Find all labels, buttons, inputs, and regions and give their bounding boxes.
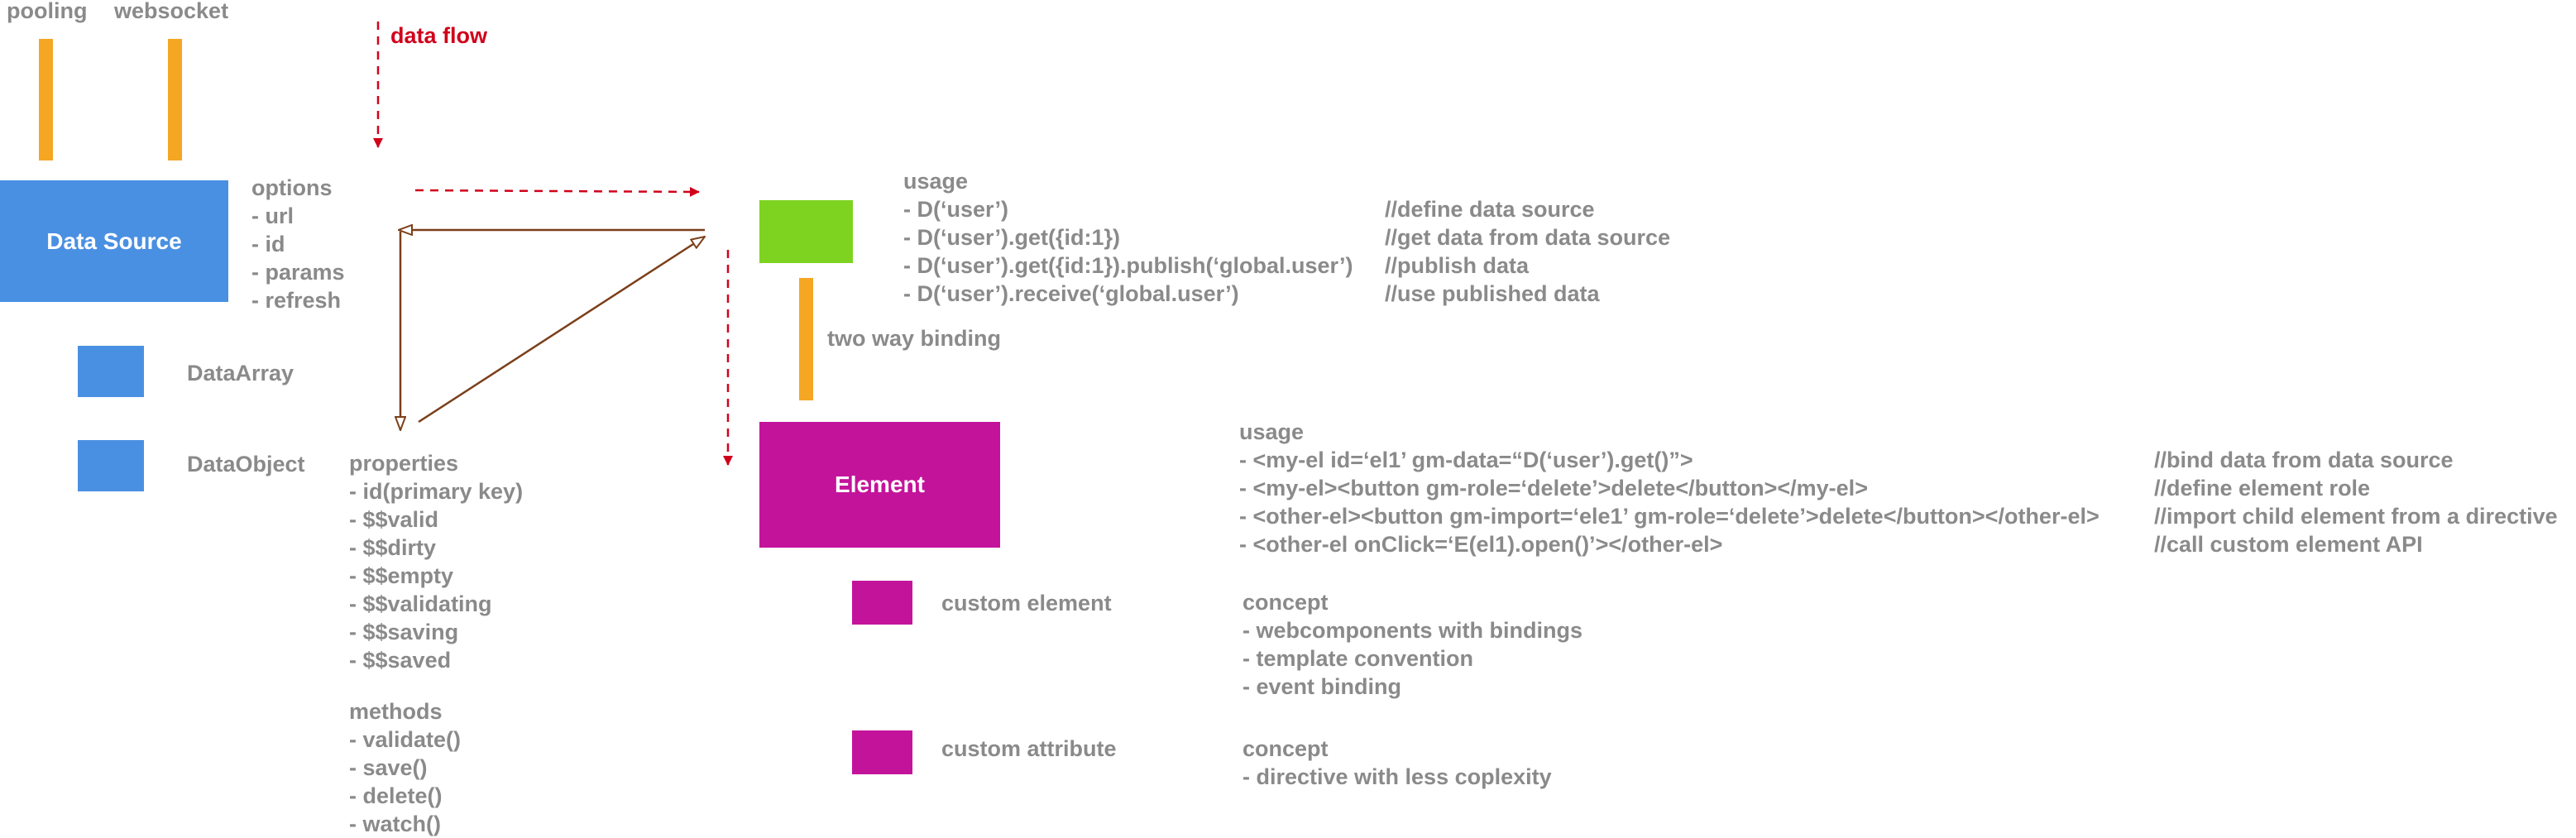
pooling-bar	[39, 39, 53, 160]
custom-element-concept-title: concept	[1243, 590, 1329, 615]
data-usage-code-line: - D(‘user’).receive(‘global.user’)	[903, 281, 1239, 306]
data-usage-comment: //publish data	[1385, 253, 1530, 278]
options-block: options - url - id - params - refresh	[251, 174, 345, 314]
property-item: - $$empty	[349, 563, 454, 588]
data-usage-code-line: - D(‘user’)	[903, 197, 1009, 222]
custom-attribute-concept-item: - directive with less coplexity	[1243, 764, 1552, 789]
data-flow-label: data flow	[390, 23, 488, 48]
element-usage-code-line: - <other-el onClick=‘E(el1).open()’></ot…	[1239, 532, 1723, 557]
property-item: - $$valid	[349, 507, 439, 532]
data-usage-box	[759, 200, 853, 263]
two-way-binding-label: two way binding	[827, 326, 1001, 351]
data-usage-code-line: - D(‘user’).get({id:1})	[903, 225, 1121, 250]
property-item: - $$validating	[349, 591, 492, 616]
data-usage-comment: //define data source	[1385, 197, 1595, 222]
data-source-box: Data Source	[0, 180, 228, 302]
element-usage-comment-block: //bind data from data source //define el…	[2154, 446, 2558, 558]
option-params: - params	[251, 260, 345, 285]
custom-attribute-concept-block: concept - directive with less coplexity	[1243, 735, 1552, 791]
custom-element-concept-block: concept - webcomponents with bindings - …	[1243, 588, 1582, 701]
custom-attribute-concept-title: concept	[1243, 736, 1329, 761]
property-item: - $$dirty	[349, 535, 437, 560]
flow-options-to-usage-arrow	[414, 186, 700, 197]
element-usage-comment: //define element role	[2154, 476, 2371, 500]
element-usage-code-line: - <my-el id=‘el1’ gm-data=“D(‘user’).get…	[1239, 448, 1693, 472]
option-url: - url	[251, 204, 294, 228]
two-way-binding-bar	[799, 278, 813, 400]
element-usage-title: usage	[1239, 419, 1305, 444]
properties-title: properties	[349, 451, 459, 476]
data-array-square	[78, 346, 144, 397]
websocket-bar	[168, 39, 182, 160]
method-item: - validate()	[349, 727, 462, 752]
data-usage-comment: //get data from data source	[1385, 225, 1671, 250]
element-box: Element	[759, 422, 1000, 548]
element-usage-comment: //call custom element API	[2154, 532, 2423, 557]
property-item: - id(primary key)	[349, 479, 524, 504]
custom-element-concept-item: - webcomponents with bindings	[1243, 618, 1582, 643]
data-usage-title: usage	[903, 169, 969, 194]
websocket-label: websocket	[114, 0, 229, 23]
custom-element-concept-item: - template convention	[1243, 646, 1474, 671]
custom-attribute-label: custom attribute	[941, 736, 1117, 761]
data-usage-comment: //use published data	[1385, 281, 1600, 306]
option-id: - id	[251, 232, 285, 256]
custom-element-label: custom element	[941, 591, 1112, 615]
data-usage-comment-block: //define data source //get data from dat…	[1385, 195, 1670, 308]
property-item: - $$saved	[349, 648, 452, 673]
methods-title: methods	[349, 699, 443, 724]
element-usage-code-block: usage - <my-el id=‘el1’ gm-data=“D(‘user…	[1239, 418, 2100, 558]
option-refresh: - refresh	[251, 288, 342, 313]
methods-block: methods - validate() - save() - delete()…	[349, 697, 461, 838]
element-usage-code-line: - <my-el><button gm-role=‘delete’>delete…	[1239, 476, 1868, 500]
property-item: - $$saving	[349, 620, 459, 644]
data-usage-code-line: - D(‘user’).get({id:1}).publish(‘global.…	[903, 253, 1353, 278]
element-usage-comment: //bind data from data source	[2154, 448, 2454, 472]
element-usage-code-line: - <other-el><button gm-import=‘ele1’ gm-…	[1239, 504, 2100, 529]
custom-element-square	[852, 581, 912, 625]
data-object-square	[78, 440, 144, 491]
options-title: options	[251, 175, 333, 200]
data-array-label: DataArray	[187, 361, 294, 385]
data-object-label: DataObject	[187, 452, 305, 476]
custom-element-concept-item: - event binding	[1243, 674, 1401, 699]
element-usage-comment: //import child element from a directive	[2154, 504, 2558, 529]
properties-block: properties - id(primary key) - $$valid -…	[349, 449, 523, 674]
data-usage-code-block: usage - D(‘user’) - D(‘user’).get({id:1}…	[903, 167, 1353, 308]
pooling-label: pooling	[7, 0, 88, 23]
flow-properties-to-usage-arrow	[418, 237, 705, 424]
method-item: - delete()	[349, 783, 443, 808]
custom-attribute-square	[852, 730, 912, 774]
method-item: - watch()	[349, 812, 441, 836]
method-item: - save()	[349, 755, 428, 780]
